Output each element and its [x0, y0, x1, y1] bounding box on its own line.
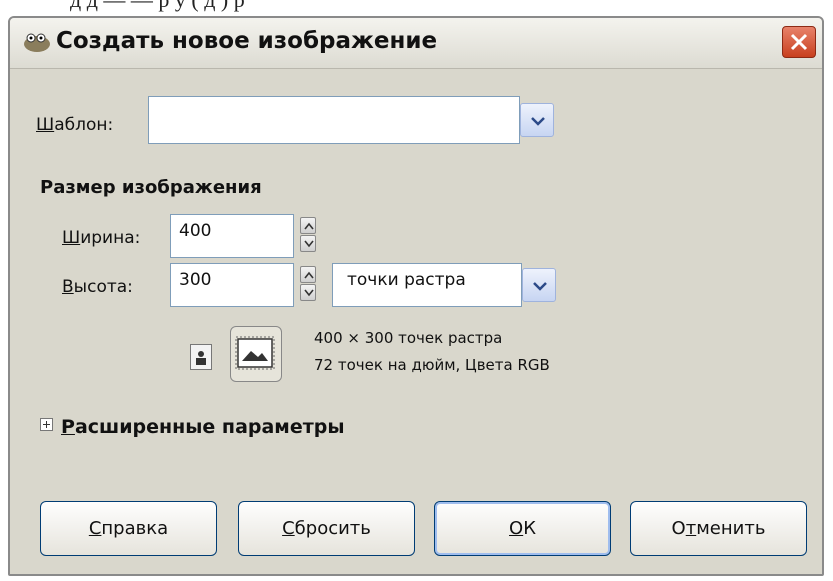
height-spinner[interactable]: [300, 266, 316, 302]
spin-down-icon: [304, 289, 314, 297]
spin-up-icon: [304, 271, 314, 279]
unit-dropdown-button[interactable]: [522, 268, 556, 302]
expand-plus-icon: [40, 418, 53, 431]
width-spin-up[interactable]: [300, 217, 316, 234]
width-input[interactable]: 400: [170, 214, 294, 258]
height-input[interactable]: 300: [170, 263, 294, 307]
landscape-orientation-button[interactable]: [230, 326, 282, 382]
template-label: Шаблон:: [36, 115, 114, 135]
image-resolution-info: 72 точек на дюйм, Цвета RGB: [314, 356, 550, 374]
close-icon: [790, 33, 808, 51]
help-button[interactable]: Справка: [40, 501, 217, 556]
height-spin-up[interactable]: [300, 266, 316, 283]
chevron-down-icon: [533, 282, 547, 291]
portrait-orientation-button[interactable]: [190, 344, 212, 370]
dialog-title: Создать новое изображение: [56, 28, 438, 54]
width-spinner[interactable]: [300, 217, 316, 253]
portrait-icon: [196, 351, 206, 365]
cancel-button[interactable]: Отменить: [630, 501, 807, 556]
image-size-heading: Размер изображения: [40, 177, 262, 198]
app-icon: [24, 33, 50, 52]
landscape-icon: [235, 336, 275, 370]
caption-text: д д — — р у ( д ) р: [70, 0, 245, 13]
image-dimensions-info: 400 × 300 точек растра: [314, 329, 503, 347]
unit-combo-input[interactable]: точки растра: [332, 263, 522, 307]
height-spin-down[interactable]: [300, 284, 316, 301]
height-label: Высота:: [62, 277, 133, 297]
advanced-options-expander[interactable]: Расширенные параметры: [40, 416, 345, 438]
title-bar: Создать новое изображение: [10, 18, 822, 69]
width-label: Ширина:: [62, 228, 141, 248]
template-combo-input[interactable]: [148, 96, 520, 144]
template-dropdown-button[interactable]: [520, 103, 554, 137]
ok-button[interactable]: ОК: [434, 501, 611, 556]
chevron-down-icon: [531, 117, 545, 126]
reset-button[interactable]: Сбросить: [238, 501, 415, 556]
spin-up-icon: [304, 222, 314, 230]
width-spin-down[interactable]: [300, 235, 316, 252]
new-image-dialog: Создать новое изображение Шаблон: Размер…: [8, 16, 824, 576]
spin-down-icon: [304, 240, 314, 248]
close-button[interactable]: [782, 26, 816, 58]
